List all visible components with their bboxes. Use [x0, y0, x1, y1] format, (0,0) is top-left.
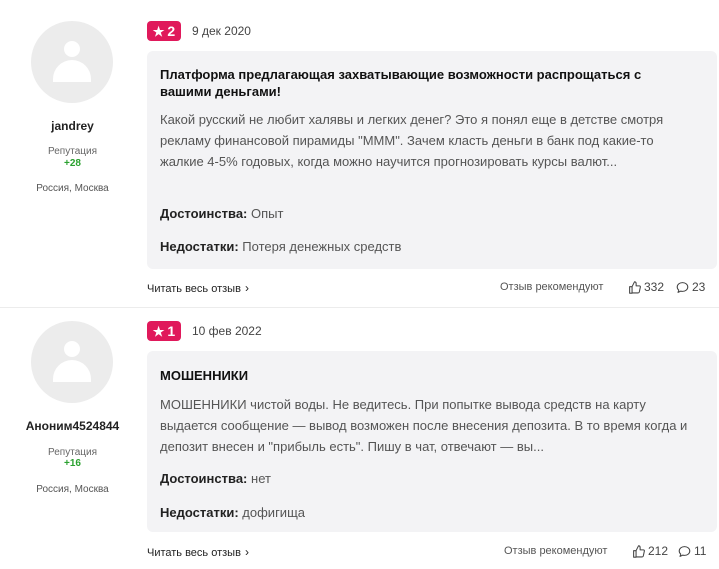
pros-label: Достоинства:: [160, 471, 248, 486]
read-full-review-link[interactable]: Читать весь отзыв ›: [147, 281, 249, 295]
review-item: jandrey Репутация +28 Россия, Москва ★ 2…: [0, 0, 719, 307]
cons: Недостатки: Потеря денежных средств: [160, 239, 401, 254]
pros-label: Достоинства:: [160, 206, 248, 221]
thumbs-up-icon: [633, 544, 645, 558]
reputation-value: +16: [64, 458, 81, 469]
rating-value: 1: [167, 323, 176, 339]
avatar-head-shape: [64, 341, 80, 357]
recommend-label: Отзыв рекомендуют: [500, 281, 604, 293]
recommend-label: Отзыв рекомендуют: [504, 545, 608, 557]
reputation-value: +28: [64, 158, 81, 169]
reputation-label: Репутация: [48, 146, 97, 157]
reputation-label: Репутация: [48, 447, 97, 458]
chevron-right-icon: ›: [244, 281, 249, 295]
avatar[interactable]: [31, 321, 113, 403]
review-text: МОШЕННИКИ чистой воды. Не ведитесь. При …: [160, 397, 688, 454]
cons: Недостатки: дофигища: [160, 505, 305, 520]
location: Россия, Москва: [36, 183, 109, 194]
avatar[interactable]: [31, 21, 113, 103]
username[interactable]: Аноним4524844: [0, 419, 145, 433]
location: Россия, Москва: [36, 484, 109, 495]
comments-button[interactable]: 23: [676, 280, 705, 294]
pros-value: Опыт: [251, 206, 284, 221]
review-item: Аноним4524844 Репутация +16 Россия, Моск…: [0, 308, 719, 569]
avatar-body-shape: [53, 60, 91, 82]
review-card[interactable]: Платформа предлагающая захватывающие воз…: [147, 51, 717, 269]
read-more-label: Читать весь отзыв: [147, 547, 241, 559]
star-icon: ★: [152, 23, 165, 39]
pros-value: нет: [251, 471, 271, 486]
review-date: 10 фев 2022: [192, 324, 262, 338]
comment-icon: [678, 545, 691, 557]
avatar-body-shape: [53, 360, 91, 382]
like-count: 212: [648, 544, 669, 558]
review-title[interactable]: Платформа предлагающая захватывающие воз…: [160, 66, 677, 100]
review-text: Какой русский не любит халявы и легких д…: [160, 112, 664, 169]
comments-button[interactable]: 11: [678, 544, 706, 558]
comment-count: 11: [694, 544, 707, 558]
review-title[interactable]: МОШЕННИКИ: [160, 367, 677, 384]
reviewer-info: jandrey Репутация +28 Россия, Москва: [0, 0, 135, 307]
chevron-right-icon: ›: [244, 545, 249, 559]
rating-badge: ★ 1: [147, 321, 181, 341]
star-icon: ★: [152, 323, 165, 339]
like-count: 332: [644, 280, 665, 294]
review-card[interactable]: МОШЕННИКИ МОШЕННИКИ чистой воды. Не веди…: [147, 351, 717, 532]
username[interactable]: jandrey: [0, 119, 145, 133]
cons-value: Потеря денежных средств: [242, 239, 402, 254]
comment-icon: [676, 281, 689, 293]
pros: Достоинства: Опыт: [160, 206, 283, 221]
comment-count: 23: [692, 280, 706, 294]
like-button[interactable]: 332: [628, 280, 664, 294]
avatar-head-shape: [64, 41, 80, 57]
thumbs-up-icon: [629, 280, 641, 294]
pros: Достоинства: нет: [160, 471, 271, 486]
cons-value: дофигища: [242, 505, 305, 520]
cons-label: Недостатки:: [160, 239, 239, 254]
review-date: 9 дек 2020: [192, 24, 251, 38]
rating-badge: ★ 2: [147, 21, 181, 41]
read-more-label: Читать весь отзыв: [147, 283, 241, 295]
cons-label: Недостатки:: [160, 505, 239, 520]
reviewer-info: Аноним4524844 Репутация +16 Россия, Моск…: [0, 308, 135, 569]
read-full-review-link[interactable]: Читать весь отзыв ›: [147, 545, 249, 559]
like-button[interactable]: 212: [632, 544, 668, 558]
rating-value: 2: [167, 23, 176, 39]
